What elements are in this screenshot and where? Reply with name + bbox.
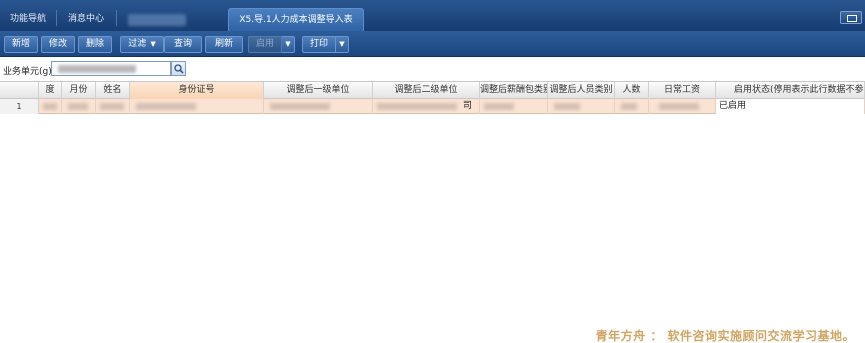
- cell-salary-category[interactable]: [480, 99, 548, 114]
- unit-2-tail-text: 司: [463, 101, 473, 111]
- restore-window-icon[interactable]: [840, 11, 862, 24]
- edit-button[interactable]: 修改: [41, 36, 75, 53]
- tab-cost-adjust-import[interactable]: X5.导.1人力成本调整导入表: [228, 8, 364, 31]
- cell-unit-1[interactable]: [264, 99, 373, 114]
- table-row[interactable]: 1 司 已启用: [0, 99, 865, 114]
- cell-staff-category[interactable]: [548, 99, 615, 114]
- column-header[interactable]: 日常工资: [649, 82, 716, 99]
- watermark-text: 青年方舟 ： 软件咨询实施顾问交流学习基地。: [595, 329, 855, 343]
- cell-daily-wage[interactable]: [649, 99, 716, 114]
- new-button[interactable]: 新增: [4, 36, 38, 53]
- redacted-value: [58, 65, 136, 73]
- filter-row: 业务单元(g): [0, 58, 865, 80]
- app-window: 功能导航 消息中心 X5.导.1人力成本调整导入表 新增 修改 删除 过滤 ▼ 查…: [0, 0, 865, 343]
- column-header[interactable]: 月份: [62, 82, 96, 99]
- tab-separator: [116, 10, 117, 26]
- enable-dropdown-arrow-icon[interactable]: ▼: [282, 36, 295, 53]
- search-icon[interactable]: [171, 61, 186, 76]
- column-header[interactable]: 身份证号: [130, 82, 264, 99]
- cell-year[interactable]: [39, 99, 62, 114]
- column-header[interactable]: 度: [39, 82, 62, 99]
- enable-button[interactable]: 启用: [248, 36, 282, 53]
- column-header[interactable]: 姓名: [96, 82, 130, 99]
- print-button[interactable]: 打印: [302, 36, 336, 53]
- column-header[interactable]: 调整后二级单位: [373, 82, 480, 99]
- tab-bar: 功能导航 消息中心 X5.导.1人力成本调整导入表: [0, 0, 865, 31]
- print-dropdown-arrow-icon[interactable]: ▼: [336, 36, 349, 53]
- business-unit-label: 业务单元(g): [3, 67, 52, 77]
- row-number: 1: [0, 99, 39, 114]
- tab-separator: [56, 10, 57, 26]
- column-header[interactable]: 启用状态(停用表示此行数据不参与按: [716, 82, 865, 99]
- query-button[interactable]: 查询: [164, 36, 202, 53]
- chevron-down-icon: ▼: [150, 40, 156, 48]
- toolbar: 新增 修改 删除 过滤 ▼ 查询 刷新 启用 ▼ 打印 ▼: [0, 31, 865, 57]
- column-header[interactable]: 调整后薪酬包类别: [480, 82, 548, 99]
- column-header[interactable]: 调整后一级单位: [264, 82, 373, 99]
- business-unit-input[interactable]: [51, 61, 171, 76]
- column-header[interactable]: 人数: [615, 82, 649, 99]
- cell-id-number[interactable]: [130, 99, 264, 114]
- filter-dropdown-button[interactable]: 过滤 ▼: [120, 36, 164, 53]
- filter-label: 过滤: [128, 39, 147, 49]
- cell-month[interactable]: [62, 99, 96, 114]
- tab-function-nav[interactable]: 功能导航: [4, 8, 52, 31]
- cell-headcount[interactable]: [615, 99, 649, 114]
- cell-name[interactable]: [96, 99, 130, 114]
- tab-message-center[interactable]: 消息中心: [60, 8, 112, 31]
- column-header[interactable]: 调整后人员类别: [548, 82, 615, 99]
- refresh-button[interactable]: 刷新: [205, 36, 243, 53]
- cell-unit-2[interactable]: 司: [373, 99, 480, 114]
- row-number-header: [0, 82, 39, 99]
- delete-button[interactable]: 删除: [78, 36, 112, 53]
- cell-status[interactable]: 已启用: [716, 99, 865, 114]
- grid-header: 度 月份 姓名 身份证号 调整后一级单位 调整后二级单位 调整后薪酬包类别 调整…: [0, 81, 865, 99]
- tab-redacted[interactable]: [128, 14, 186, 26]
